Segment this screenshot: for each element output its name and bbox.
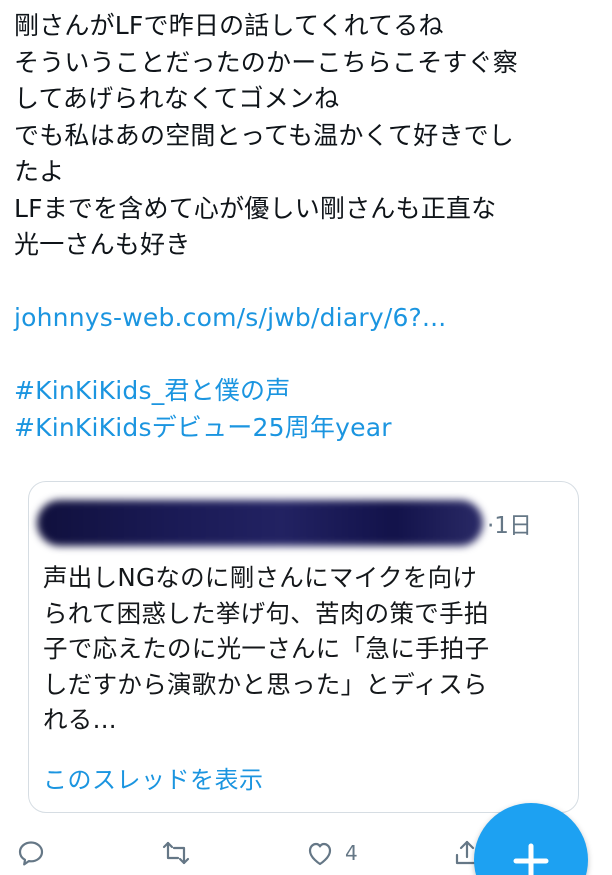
quote-text-line: 声出しNGなのに剛さんにマイクを向け: [43, 563, 478, 592]
tweet-text-line: たよ: [14, 157, 65, 186]
quote-text-line: られて困惑した挙げ句、苦肉の策で手拍: [43, 598, 489, 628]
compose-plus-icon: [513, 843, 549, 875]
quote-text-line: 子で応えたのに光一さんに「急に手拍子: [43, 634, 490, 663]
reply-button[interactable]: [16, 838, 46, 868]
tweet-text-line: LFまでを含めて心が優しい剛さんも正直な: [14, 193, 497, 223]
redacted-author: [37, 500, 483, 546]
tweet-url-link[interactable]: johnnys-web.com/s/jwb/diary/6?...: [14, 300, 598, 337]
reply-icon: [18, 841, 44, 866]
hashtag-link[interactable]: #KinKiKidsデビュー25周年year: [14, 410, 598, 447]
tweet-text-line: 剛さんがLFで昨日の話してくれてるね: [14, 11, 444, 40]
like-icon: [308, 842, 332, 866]
quote-timestamp: ·1日: [487, 513, 532, 539]
show-thread-link[interactable]: このスレッドを表示: [43, 760, 264, 795]
retweet-icon: [162, 841, 190, 865]
quote-text-line: しだすから演歌かと思った」とディスら: [43, 669, 488, 699]
quoted-tweet-card[interactable]: ·1日 声出しNGなのに剛さんにマイクを向け られて困惑した挙げ句、苦肉の策で手…: [28, 481, 579, 813]
like-button[interactable]: 4: [305, 838, 358, 868]
retweet-button[interactable]: [161, 838, 191, 868]
like-count: 4: [345, 841, 358, 865]
tweet-text-line: 光一さんも好き: [14, 230, 191, 259]
tweet-text-line: そういうことだったのかーこちらこそすぐ察: [14, 47, 519, 77]
hashtag-link[interactable]: #KinKiKids_君と僕の声: [14, 373, 598, 410]
tweet-body: 剛さんがLFで昨日の話してくれてるね そういうことだったのかーこちらこそすぐ察 …: [14, 8, 598, 446]
tweet-text-line: でも私はあの空間とっても温かくて好きでし: [14, 120, 515, 150]
tweet-text-line: してあげられなくてゴメンね: [14, 84, 340, 113]
quote-text: 声出しNGなのに剛さんにマイクを向け られて困惑した挙げ句、苦肉の策で手拍 子で…: [43, 560, 573, 738]
compose-button[interactable]: [474, 803, 588, 875]
quote-text-line: れる...: [43, 705, 117, 734]
